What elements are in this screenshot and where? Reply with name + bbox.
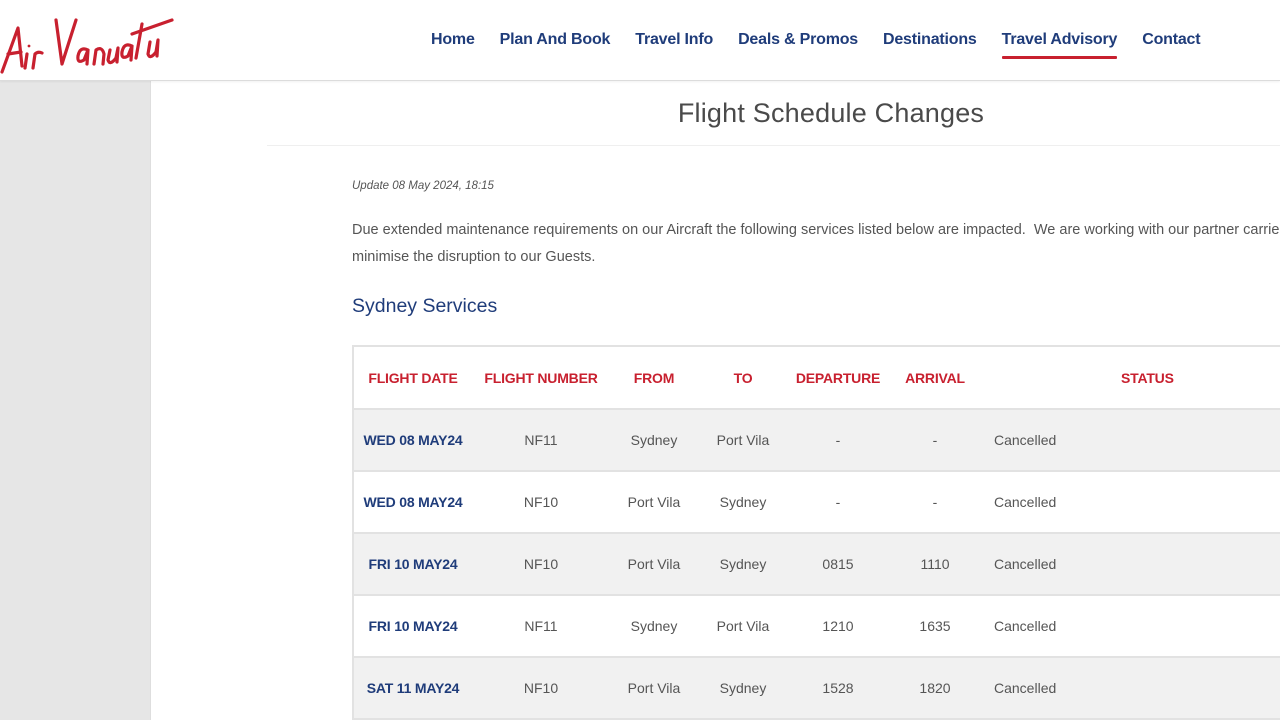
section-title-sydney-services: Sydney Services: [352, 295, 498, 317]
cell-from: Sydney: [630, 618, 678, 634]
nav-deals-promos[interactable]: Deals & Promos: [738, 29, 858, 51]
cell-to: Sydney: [719, 680, 767, 696]
cell-arrival: -: [932, 432, 938, 448]
nav-destinations[interactable]: Destinations: [883, 29, 977, 51]
nav-travel-advisory[interactable]: Travel Advisory: [1001, 29, 1117, 59]
cell-flight-number: NF11: [524, 432, 558, 448]
header-arrival: ARRIVAL: [905, 369, 965, 386]
nav-plan-and-book[interactable]: Plan And Book: [500, 29, 611, 51]
cell-status: Cancelled: [994, 618, 1057, 634]
nav-travel-info[interactable]: Travel Info: [635, 29, 713, 51]
cell-departure: -: [835, 432, 841, 448]
header-departure: DEPARTURE: [795, 369, 881, 386]
intro-line-2: minimise the disruption to our Guests.: [352, 249, 596, 265]
cell-arrival: 1110: [920, 556, 950, 572]
cell-to: Sydney: [719, 494, 767, 510]
cell-to: Port Vila: [716, 432, 770, 448]
page-title: Flight Schedule Changes: [677, 98, 985, 128]
table-row: FRI 10 MAY24 NF11 Sydney Port Vila 1210 …: [354, 595, 1280, 657]
header-status: STATUS: [1121, 369, 1174, 386]
table-header-row: FLIGHT DATE FLIGHT NUMBER FROM TO DEPART…: [354, 347, 1280, 409]
update-timestamp: Update 08 May 2024, 18:15: [352, 180, 494, 192]
cell-arrival: 1820: [919, 680, 951, 696]
air-vanuatu-logo[interactable]: [0, 6, 180, 76]
table-row: WED 08 MAY24 NF10 Port Vila Sydney - - C…: [354, 471, 1280, 533]
cell-departure: 1210: [822, 618, 854, 634]
intro-line-1: Due extended maintenance requirements on…: [352, 222, 1280, 238]
main-nav: Home Plan And Book Travel Info Deals & P…: [431, 29, 1225, 59]
cell-status: Cancelled: [994, 556, 1057, 572]
cell-departure: -: [835, 494, 841, 510]
header-to: TO: [733, 369, 753, 386]
cell-status: Cancelled: [994, 432, 1057, 448]
cell-arrival: -: [932, 494, 938, 510]
left-sidebar: [0, 81, 151, 720]
cell-to: Sydney: [719, 556, 767, 572]
cell-arrival: 1635: [919, 618, 951, 634]
cell-departure: 0815: [822, 556, 854, 572]
nav-home[interactable]: Home: [431, 29, 475, 51]
header-flight-date: FLIGHT DATE: [368, 369, 458, 386]
cell-from: Sydney: [630, 432, 678, 448]
cell-from: Port Vila: [627, 680, 681, 696]
flight-schedule-table: FLIGHT DATE FLIGHT NUMBER FROM TO DEPART…: [352, 345, 1280, 720]
cell-departure: 1528: [822, 680, 854, 696]
cell-flight-number: NF10: [523, 556, 559, 572]
cell-from: Port Vila: [627, 556, 681, 572]
logo-wordmark-icon: [0, 18, 174, 74]
cell-status: Cancelled: [994, 494, 1057, 510]
intro-paragraph: Due extended maintenance requirements on…: [352, 217, 1280, 271]
cell-flight-date: SAT 11 MAY24: [366, 680, 460, 696]
nav-contact[interactable]: Contact: [1142, 29, 1200, 51]
table-row: WED 08 MAY24 NF11 Sydney Port Vila - - C…: [354, 409, 1280, 471]
cell-status: Cancelled: [994, 680, 1057, 696]
cell-flight-number: NF10: [523, 680, 559, 696]
table-row: FRI 10 MAY24 NF10 Port Vila Sydney 0815 …: [354, 533, 1280, 595]
header-from: FROM: [633, 369, 675, 386]
cell-flight-number: NF11: [524, 618, 558, 634]
cell-flight-date: FRI 10 MAY24: [368, 618, 458, 634]
site-header: Home Plan And Book Travel Info Deals & P…: [0, 0, 1280, 81]
title-divider: [267, 145, 1280, 146]
header-flight-number: FLIGHT NUMBER: [484, 369, 598, 386]
cell-flight-number: NF10: [523, 494, 559, 510]
cell-flight-date: FRI 10 MAY24: [368, 556, 458, 572]
cell-flight-date: WED 08 MAY24: [363, 432, 463, 448]
table-row: SAT 11 MAY24 NF10 Port Vila Sydney 1528 …: [354, 657, 1280, 719]
cell-to: Port Vila: [716, 618, 770, 634]
cell-from: Port Vila: [627, 494, 681, 510]
cell-flight-date: WED 08 MAY24: [363, 494, 463, 510]
